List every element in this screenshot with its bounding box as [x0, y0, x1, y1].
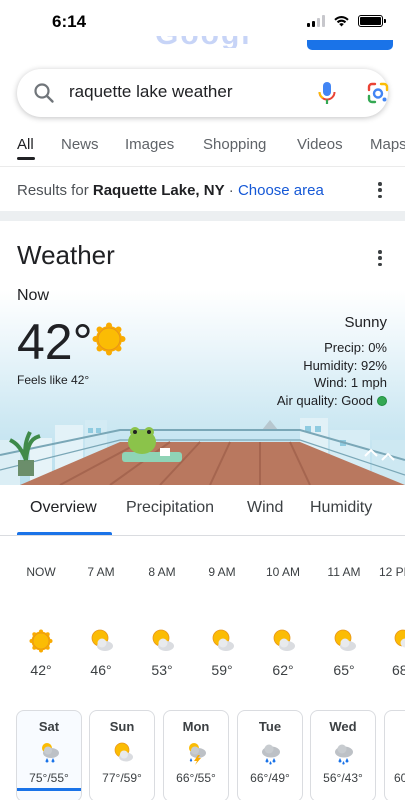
day-card-wed[interactable]: Wed 56°/43°	[310, 710, 376, 800]
tab-videos[interactable]: Videos	[297, 136, 343, 153]
partly-cloudy-icon	[273, 629, 295, 651]
partly-cloudy-icon	[334, 629, 356, 651]
location-more-options-icon[interactable]	[378, 182, 382, 198]
weather-more-options-icon[interactable]	[378, 250, 382, 266]
results-location: Raquette Lake, NY	[92, 182, 225, 199]
search-box[interactable]: raquette lake weather	[17, 69, 390, 117]
feels-like: Feels like 42°	[17, 373, 90, 387]
tab-precipitation[interactable]: Precipitation	[126, 499, 214, 517]
hour-temperature: 65°	[333, 662, 355, 678]
day-temperature-range: 66°/49°	[250, 771, 290, 785]
day-name: Sat	[38, 719, 60, 734]
day-card-sun[interactable]: Sun 77°/59°	[89, 710, 155, 800]
thunderstorm-icon	[189, 743, 206, 765]
hour-label: 9 AM	[208, 565, 236, 579]
humidity-value: Humidity: 92%	[303, 357, 387, 373]
hour-temperature: 68°	[392, 662, 405, 678]
results-location-line: Results for Raquette Lake, NY · Choose a…	[17, 182, 324, 199]
hour-temperature: 62°	[272, 662, 294, 678]
status-time: 6:14	[52, 12, 87, 31]
partly-cloudy-icon	[114, 742, 133, 762]
day-temperature-range: 77°/59°	[102, 771, 142, 785]
results-separator: ·	[228, 182, 234, 199]
hour-temperature: 46°	[90, 662, 112, 678]
tab-maps[interactable]: Maps	[370, 136, 405, 153]
weather-condition: Sunny	[344, 314, 387, 331]
hour-label: NOW	[26, 565, 56, 579]
tab-images[interactable]: Images	[125, 136, 174, 153]
day-temperature-range: 56°/43°	[323, 771, 363, 785]
google-lens-icon[interactable]	[366, 81, 390, 105]
rain-icon	[42, 743, 59, 763]
status-icons	[307, 15, 386, 27]
hour-temperature: 59°	[211, 662, 233, 678]
air-quality-row[interactable]: Air quality: Good	[277, 392, 387, 410]
search-tabs: All News Images Shopping Videos Maps	[0, 133, 405, 167]
search-input[interactable]: raquette lake weather	[69, 82, 233, 102]
tab-news[interactable]: News	[61, 136, 99, 153]
hour-temperature: 42°	[30, 662, 52, 678]
tab-humidity[interactable]: Humidity	[310, 499, 372, 517]
microphone-icon[interactable]	[317, 81, 337, 105]
day-name: Sun	[109, 719, 135, 734]
search-icon	[34, 83, 54, 103]
air-quality-dot-icon	[377, 395, 387, 406]
day-name: Tue	[258, 719, 282, 734]
partly-cloudy-icon	[91, 629, 113, 651]
wind-value: Wind: 1 mph	[314, 375, 387, 390]
results-prefix: Results for	[17, 182, 89, 199]
choose-area-link[interactable]: Choose area	[238, 182, 324, 199]
precipitation-value: Precip: 0%	[324, 340, 387, 355]
hour-label: 8 AM	[148, 565, 176, 579]
tab-all-underline	[17, 157, 35, 160]
air-quality-value: Air quality: Good	[276, 392, 373, 408]
tab-overview-underline	[17, 532, 112, 535]
day-name: Mon	[182, 719, 210, 734]
partly-cloudy-icon	[394, 629, 405, 648]
hour-temperature: 53°	[151, 662, 173, 678]
day-card-mon[interactable]: Mon 66°/55°	[163, 710, 229, 800]
partly-cloudy-icon	[152, 629, 174, 651]
section-divider	[0, 211, 405, 221]
now-label: Now	[17, 287, 50, 304]
google-logo[interactable]: Google	[155, 36, 250, 48]
weather-title: Weather	[17, 240, 115, 270]
hour-label: 12 PM	[379, 565, 405, 579]
day-name: Wed	[329, 719, 357, 734]
tab-shopping[interactable]: Shopping	[203, 136, 266, 153]
selected-day-underline	[17, 788, 81, 791]
day-card-thu[interactable]: 60°	[384, 710, 405, 800]
current-temperature: 42°	[17, 314, 93, 370]
battery-icon	[358, 15, 386, 27]
hour-label: 10 AM	[265, 565, 301, 579]
hour-label: 11 AM	[327, 565, 361, 579]
wifi-icon	[334, 16, 349, 27]
day-temperature-range: 66°/55°	[176, 771, 216, 785]
sign-in-button[interactable]	[307, 40, 393, 50]
rain-icon	[335, 744, 353, 765]
sunny-icon	[92, 322, 126, 356]
tab-wind[interactable]: Wind	[247, 499, 283, 517]
cellular-signal-icon	[307, 15, 325, 27]
weather-details: Precip: 0% Humidity: 92% Wind: 1 mph Air…	[277, 339, 387, 409]
hour-label: 7 AM	[87, 565, 115, 579]
tab-overview[interactable]: Overview	[30, 499, 97, 517]
day-card-tue[interactable]: Tue 66°/49°	[237, 710, 303, 800]
rain-icon	[262, 744, 280, 765]
tab-all[interactable]: All	[17, 136, 34, 153]
day-temperature-range: 60°	[394, 771, 405, 785]
sunny-icon	[29, 629, 53, 653]
day-temperature-range: 75°/55°	[29, 771, 69, 785]
partly-cloudy-icon	[212, 629, 234, 651]
day-card-sat[interactable]: Sat 75°/55°	[16, 710, 82, 800]
weather-tabs: Overview Precipitation Wind Humidity	[0, 486, 405, 536]
